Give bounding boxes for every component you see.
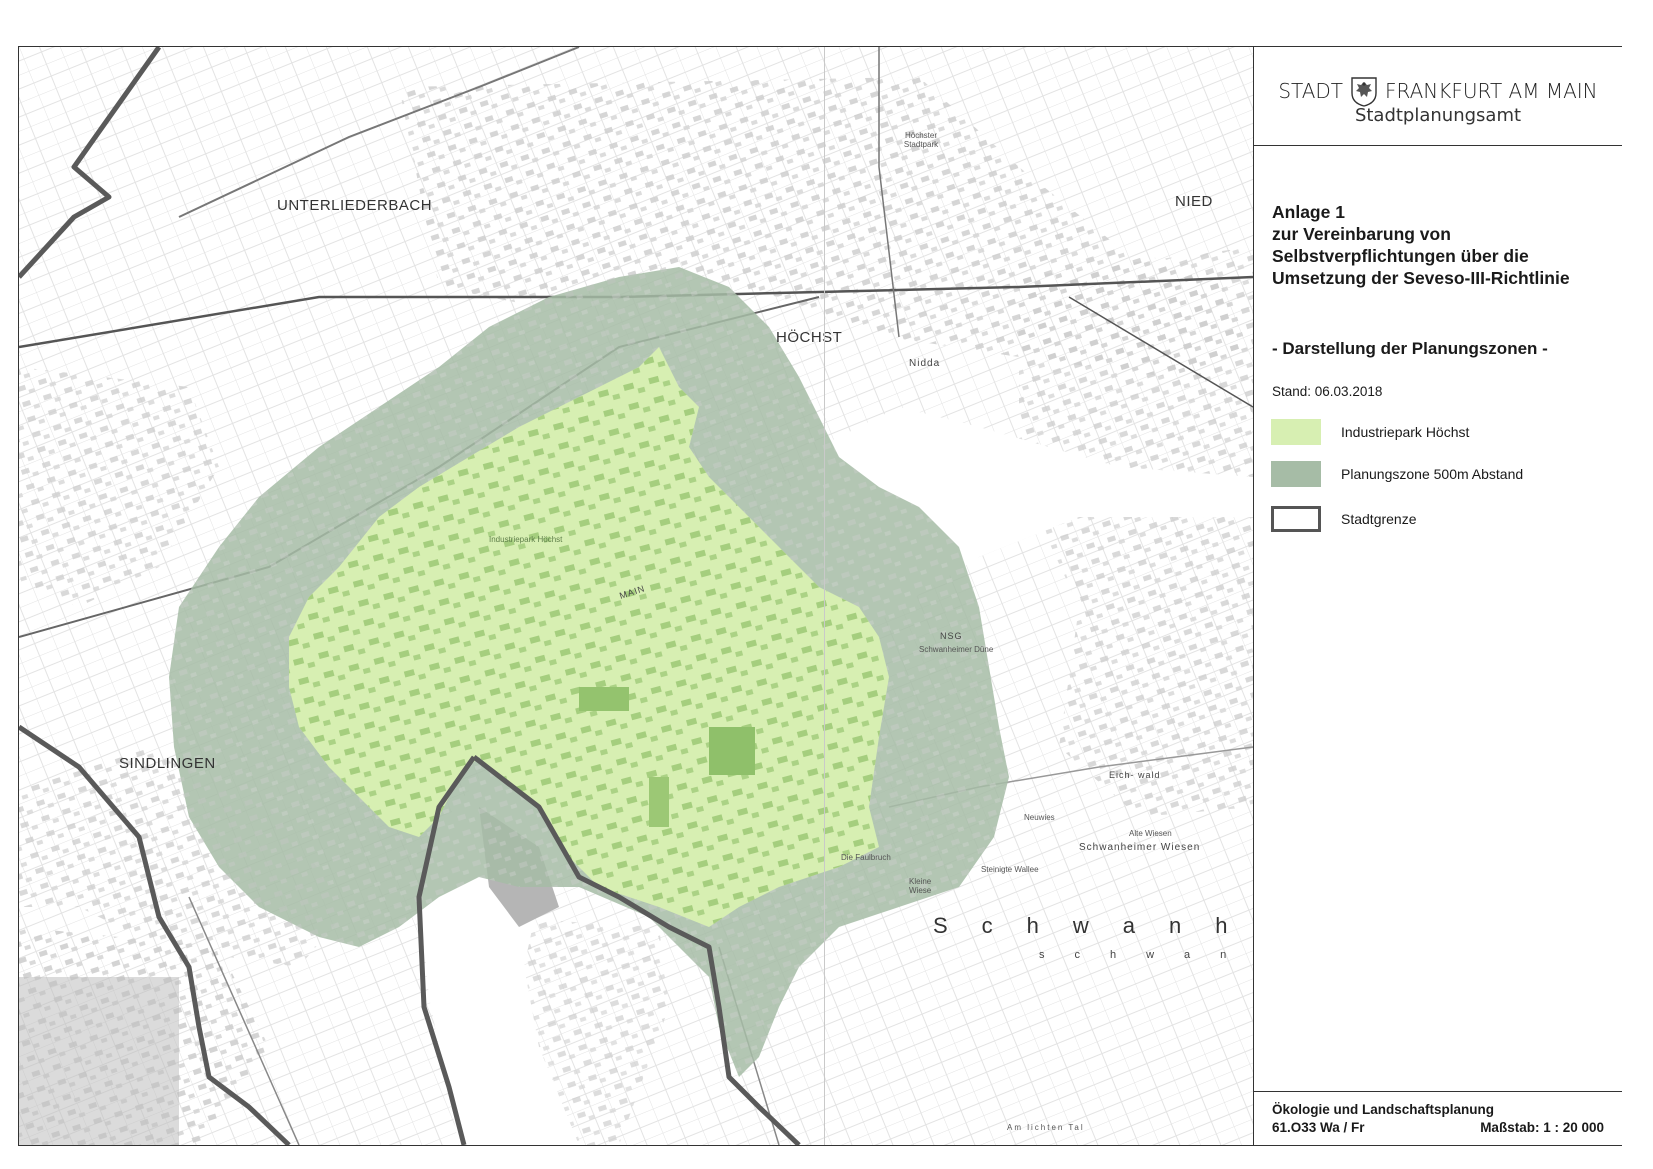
legend-label-city-boundary: Stadtgrenze (1341, 511, 1417, 527)
document-title: Anlage 1 zur Vereinbarung von Selbstverp… (1272, 201, 1612, 289)
label-kleine-wiese: Kleine Wiese (909, 877, 932, 895)
map-sheet: UNTERLIEDERBACH NIED HÖCHST SINDLINGEN I… (18, 46, 1622, 1146)
industriepark-building-2 (579, 687, 629, 711)
department-name: Stadtplanungsamt (1354, 105, 1522, 126)
title-line-3: Selbstverpflichtungen über die (1272, 246, 1529, 266)
legend-item-industriepark: Industriepark Höchst (1271, 419, 1611, 445)
city-logo-box: STADT FRANKFURT AM MAIN Stadtplanungsamt (1254, 47, 1622, 146)
label-schwanheim-medium: schwan (1039, 949, 1253, 961)
label-die-faulbruch: Die Faulbruch (841, 853, 891, 862)
legend-panel: STADT FRANKFURT AM MAIN Stadtplanungsamt… (1253, 47, 1622, 1145)
label-hoechster-stadtpark: Höchster Stadtpark (903, 131, 939, 149)
label-steinigte-wallee: Steinigte Wallee (981, 865, 1039, 874)
map-scale: Maßstab: 1 : 20 000 (1480, 1120, 1604, 1135)
document-subtitle: - Darstellung der Planungszonen - (1272, 339, 1548, 358)
label-eichwald: Eich- wald (1109, 770, 1161, 780)
document-date: Stand: 06.03.2018 (1272, 384, 1383, 399)
legend-item-planning-zone: Planungszone 500m Abstand (1271, 461, 1611, 487)
city-logo: STADT FRANKFURT AM MAIN (1254, 75, 1622, 107)
legend-item-city-boundary: Stadtgrenze (1271, 506, 1611, 532)
label-industriepark: Industriepark Höchst (489, 535, 563, 544)
title-line-4: Umsetzung der Seveso-III-Richtlinie (1272, 268, 1570, 288)
paper-fold-line (824, 47, 825, 1145)
label-neuwies: Neuwies (1024, 813, 1055, 822)
eagle-crest-icon (1351, 77, 1377, 107)
label-hoechst: HÖCHST (776, 329, 843, 346)
footer-department: Ökologie und Landschaftsplanung (1272, 1102, 1495, 1117)
legend-label-planning-zone: Planungszone 500m Abstand (1341, 466, 1524, 482)
map-area: UNTERLIEDERBACH NIED HÖCHST SINDLINGEN I… (19, 47, 1253, 1145)
title-line-1: Anlage 1 (1272, 202, 1345, 222)
label-sindlingen: SINDLINGEN (119, 755, 216, 772)
footer-code: 61.O33 Wa / Fr (1272, 1120, 1365, 1135)
legend-swatch-planning-zone (1271, 461, 1321, 487)
industriepark-building-3 (649, 777, 669, 827)
label-nsg: NSG (940, 631, 963, 641)
industriepark-large-building (709, 727, 755, 775)
label-unterliederbach: UNTERLIEDERBACH (277, 197, 433, 214)
label-nidda: Nidda (909, 358, 941, 369)
legend-label-industriepark: Industriepark Höchst (1341, 424, 1470, 440)
label-schwanheimer-wiesen: Schwanheimer Wiesen (1079, 842, 1201, 853)
dense-block-sw (19, 977, 179, 1145)
label-schwanheim-large: Schwanhe (933, 913, 1253, 938)
label-nied: NIED (1175, 193, 1213, 210)
title-line-2: zur Vereinbarung von (1272, 224, 1451, 244)
logo-word-stadt: STADT (1278, 79, 1344, 103)
label-schwanheimer-duene: Schwanheimer Düne (919, 645, 994, 654)
label-alte-wiesen: Alte Wiesen (1129, 829, 1172, 838)
label-am-lichten-tal: Am lichten Tal (1007, 1123, 1085, 1132)
document-footer: Ökologie und Landschaftsplanung 61.O33 W… (1254, 1091, 1622, 1145)
logo-word-frankfurt: FRANKFURT AM MAIN (1385, 79, 1598, 103)
legend-swatch-industriepark (1271, 419, 1321, 445)
legend-swatch-city-boundary (1271, 506, 1321, 532)
